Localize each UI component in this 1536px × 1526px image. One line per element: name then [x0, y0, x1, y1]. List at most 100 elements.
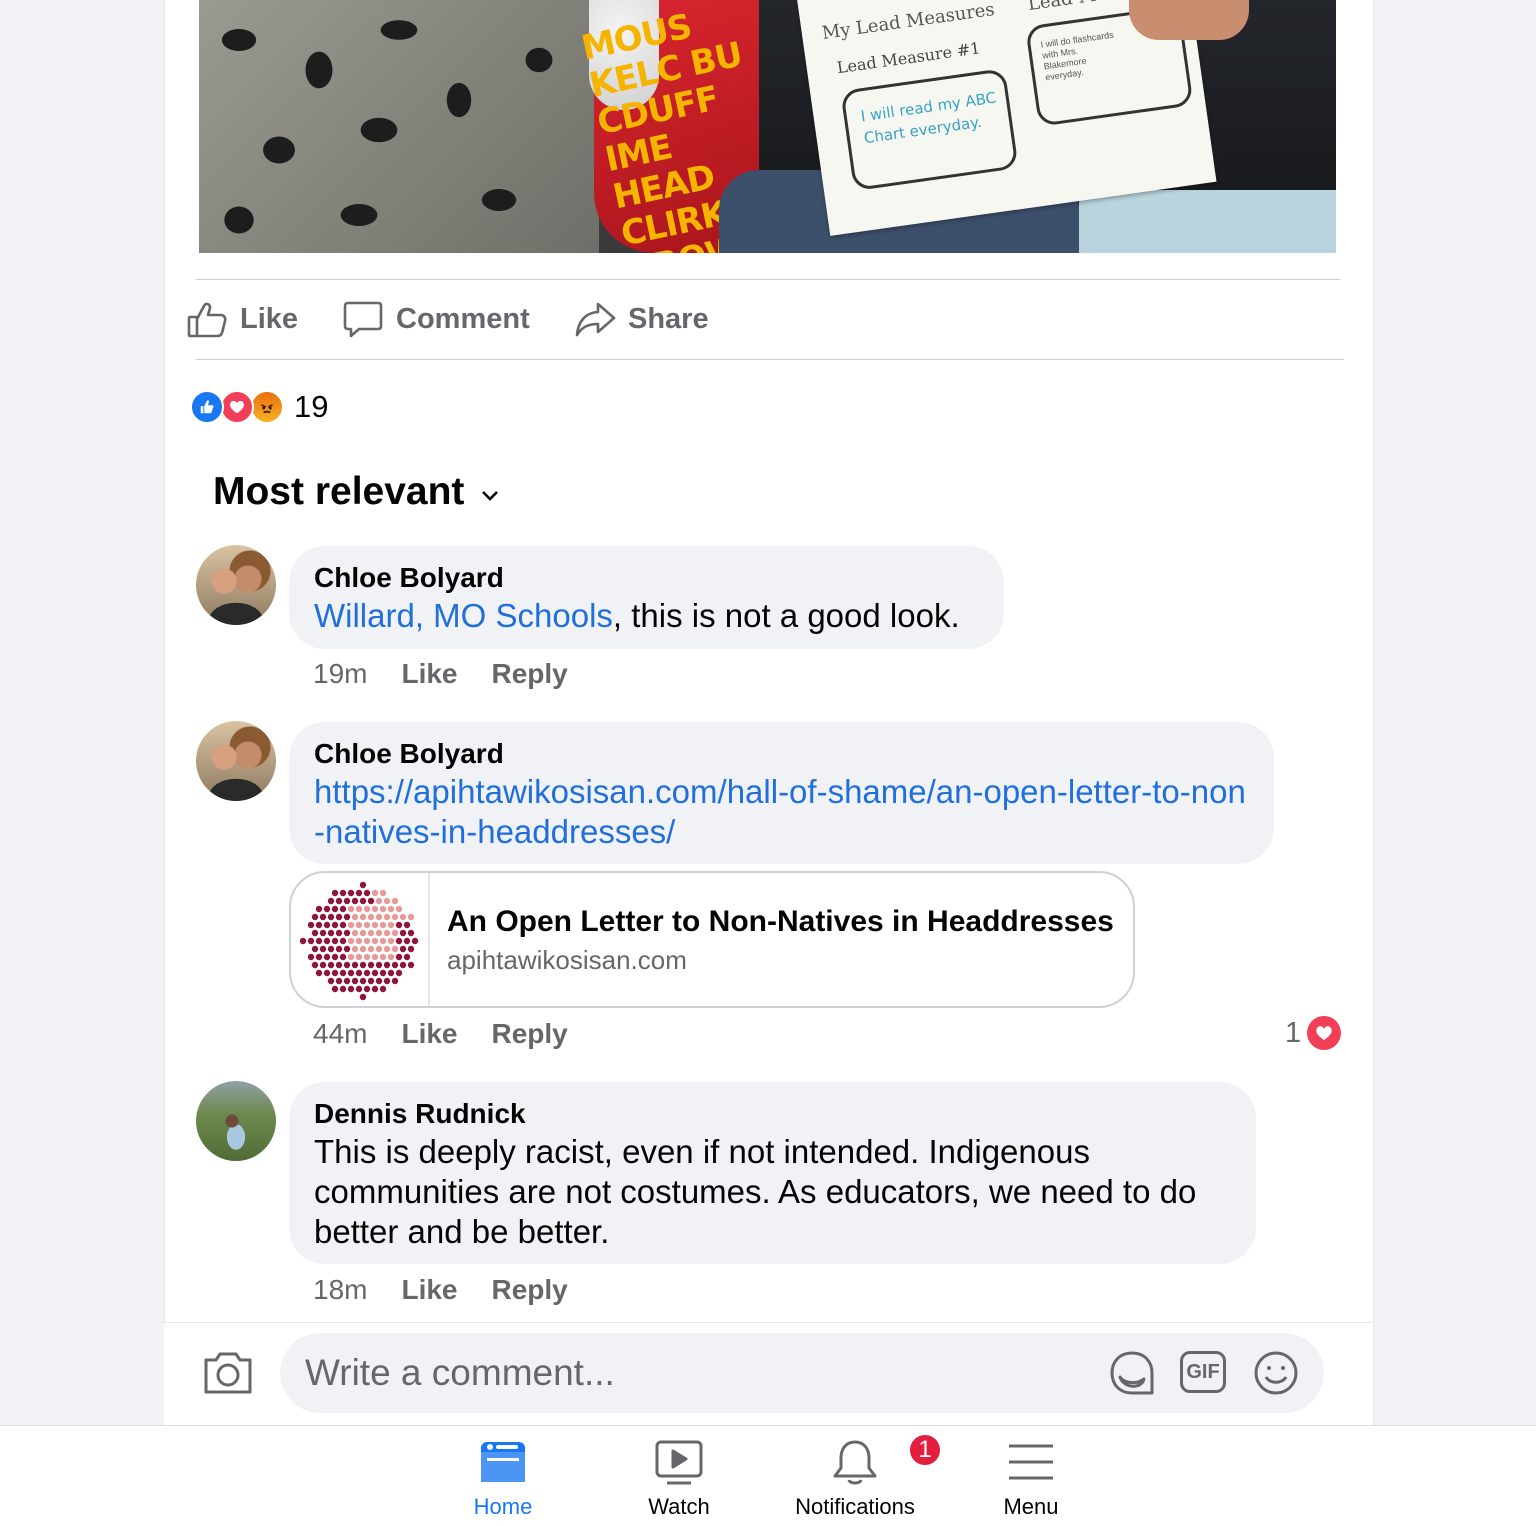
- logo-dot: [315, 905, 323, 913]
- comment-reply-button[interactable]: Reply: [492, 1018, 568, 1050]
- tab-watch[interactable]: Watch: [609, 1436, 749, 1520]
- comment-bubble: Dennis Rudnick This is deeply racist, ev…: [289, 1082, 1256, 1264]
- logo-dot: [327, 897, 335, 905]
- logo-dot: [335, 945, 343, 953]
- comment-button[interactable]: Comment: [342, 296, 530, 342]
- logo-dot: [327, 977, 335, 985]
- logo-dot: [387, 953, 395, 961]
- logo-dot: [359, 913, 367, 921]
- comment-like-button[interactable]: Like: [401, 1018, 457, 1050]
- avatar[interactable]: [196, 1081, 276, 1161]
- watch-icon: [655, 1440, 703, 1485]
- logo-dot: [383, 961, 391, 969]
- logo-dot: [407, 961, 415, 969]
- like-button[interactable]: Like: [186, 296, 298, 342]
- logo-dot: [335, 961, 343, 969]
- comment-input[interactable]: [280, 1333, 1324, 1413]
- chevron-down-icon: [482, 491, 499, 501]
- comment-like-button[interactable]: Like: [401, 658, 457, 690]
- logo-dot: [363, 985, 371, 993]
- logo-dot: [375, 897, 383, 905]
- logo-dot: [391, 977, 399, 985]
- logo-dot: [319, 945, 327, 953]
- share-button[interactable]: Share: [574, 296, 709, 342]
- thumbs-up-icon: [187, 302, 227, 338]
- logo-dot: [323, 937, 331, 945]
- sticker-icon[interactable]: [1108, 1349, 1156, 1397]
- logo-dot: [395, 953, 403, 961]
- tab-label: Menu: [1003, 1494, 1059, 1519]
- gif-icon[interactable]: GIF: [1180, 1351, 1226, 1393]
- comment-reply-button[interactable]: Reply: [492, 1274, 568, 1306]
- comment-time[interactable]: 19m: [313, 658, 367, 690]
- logo-dot: [339, 953, 347, 961]
- comment-text: This is deeply racist, even if not inten…: [314, 1133, 1197, 1250]
- reaction-summary[interactable]: 19: [190, 389, 328, 425]
- logo-dot: [339, 969, 347, 977]
- logo-dot: [383, 945, 391, 953]
- logo-dot: [363, 937, 371, 945]
- comment-reply-button[interactable]: Reply: [492, 658, 568, 690]
- reaction-count: 19: [294, 389, 329, 424]
- tab-home[interactable]: Home: [433, 1436, 573, 1520]
- comment-author[interactable]: Chloe Bolyard: [314, 736, 1249, 772]
- share-label: Share: [628, 302, 709, 335]
- emoji-icon[interactable]: [1252, 1349, 1300, 1397]
- tab-notifications[interactable]: 1 Notifications: [785, 1432, 943, 1520]
- like-label: Like: [240, 302, 299, 335]
- comment-reaction-summary[interactable]: 1: [1285, 1016, 1342, 1050]
- camera-icon[interactable]: [202, 1348, 254, 1396]
- logo-dot: [363, 921, 371, 929]
- comment-time[interactable]: 18m: [313, 1274, 367, 1306]
- comment-label: Comment: [396, 302, 530, 335]
- tab-menu[interactable]: Menu: [961, 1436, 1101, 1520]
- comment-author[interactable]: Chloe Bolyard: [314, 560, 979, 596]
- link-preview-card[interactable]: An Open Letter to Non-Natives in Headdre…: [289, 871, 1135, 1008]
- logo-dot: [363, 905, 371, 913]
- logo-dot: [351, 929, 359, 937]
- logo-dot: [359, 945, 367, 953]
- logo-dot: [323, 905, 331, 913]
- logo-dot: [339, 889, 347, 897]
- tab-label: Watch: [648, 1494, 710, 1519]
- avatar[interactable]: [196, 545, 276, 625]
- comment-time[interactable]: 44m: [313, 1018, 367, 1050]
- logo-dot: [351, 945, 359, 953]
- logo-dot: [375, 977, 383, 985]
- bottom-nav: [0, 1425, 1536, 1526]
- logo-dot: [379, 985, 387, 993]
- logo-dot: [307, 921, 315, 929]
- logo-dot: [383, 913, 391, 921]
- comment-like-button[interactable]: Like: [401, 1274, 457, 1306]
- logo-dot: [299, 937, 307, 945]
- logo-dot: [387, 905, 395, 913]
- love-reaction-icon: [1307, 1016, 1342, 1050]
- logo-dot: [347, 985, 355, 993]
- comment-meta: 18m Like Reply: [313, 1274, 568, 1306]
- logo-dot: [351, 977, 359, 985]
- tab-label: Notifications: [795, 1494, 915, 1519]
- logo-dot: [319, 961, 327, 969]
- logo-dot: [403, 921, 411, 929]
- angry-reaction-icon: [250, 390, 284, 424]
- comment-sort-dropdown[interactable]: Most relevant: [213, 470, 502, 514]
- logo-dot: [407, 945, 415, 953]
- mention-link[interactable]: Willard, MO Schools: [314, 597, 613, 634]
- logo-dot: [359, 881, 367, 889]
- post-photo[interactable]: MOUS KELC BU CDUFF IME HEAD CLIRK A BROW…: [199, 0, 1336, 253]
- comment-text: Willard, MO Schools, this is not a good …: [314, 596, 979, 636]
- logo-dot: [331, 905, 339, 913]
- logo-dot: [363, 969, 371, 977]
- logo-dot: [335, 929, 343, 937]
- logo-dot: [347, 937, 355, 945]
- paper-box-1: I will read my ABC Chart everyday.: [840, 68, 1019, 192]
- comment-link[interactable]: https://apihtawikosisan.com/hall-of-sham…: [314, 772, 1249, 852]
- avatar[interactable]: [196, 721, 276, 801]
- logo-dot: [307, 937, 315, 945]
- tab-label: Home: [473, 1494, 533, 1519]
- comment-author[interactable]: Dennis Rudnick: [314, 1096, 1231, 1132]
- logo-dot: [359, 897, 367, 905]
- link-preview-thumbnail: [291, 873, 430, 1006]
- logo-dot: [375, 929, 383, 937]
- logo-dot: [383, 897, 391, 905]
